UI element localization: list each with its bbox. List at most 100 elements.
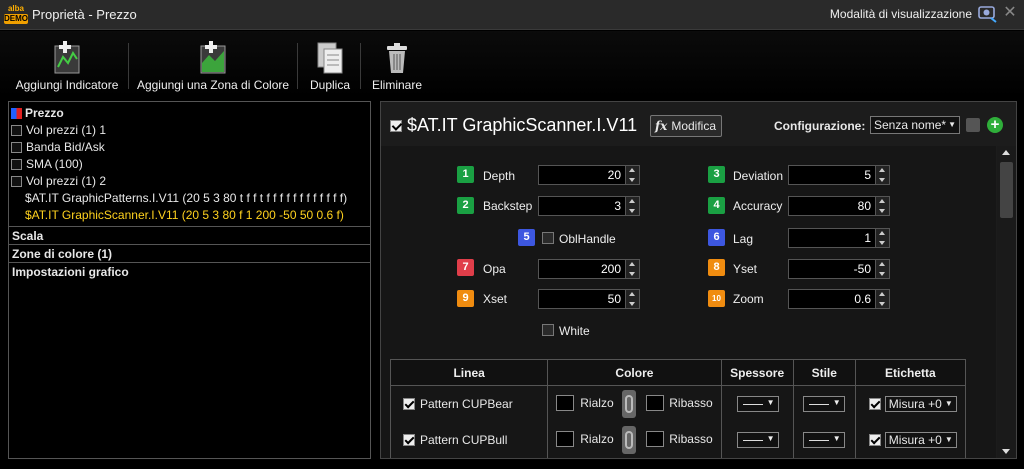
line-enabled-checkbox[interactable]	[403, 398, 415, 410]
color-down-label: Ribasso	[669, 431, 713, 446]
duplicate-button[interactable]: Duplica	[302, 37, 358, 95]
delete-button[interactable]: Eliminare	[366, 37, 428, 95]
param-input-accuracy[interactable]: 80	[788, 196, 890, 216]
tree-item-bid-ask[interactable]: Banda Bid/Ask	[11, 139, 105, 155]
spin-buttons[interactable]	[625, 197, 639, 215]
indicator-enabled-checkbox[interactable]	[390, 120, 402, 132]
param-value: -50	[853, 262, 871, 276]
param-value: 80	[857, 199, 871, 213]
indicator-title: $AT.IT GraphicScanner.I.V11	[407, 115, 638, 135]
spin-buttons[interactable]	[875, 229, 889, 247]
save-icon[interactable]	[966, 118, 980, 132]
tree-item-graphic-scanner[interactable]: $AT.IT GraphicScanner.I.V11 (20 5 3 80 f…	[25, 207, 344, 223]
line-preview	[742, 439, 763, 441]
param-label-depth: Depth	[483, 169, 516, 183]
tree-item-vol-prezzi-1[interactable]: Vol prezzi (1) 1	[11, 122, 106, 138]
tree-section-chart-settings[interactable]: Impostazioni grafico	[9, 262, 370, 280]
param-input-zoom[interactable]: 0.6	[788, 289, 890, 309]
price-icon	[11, 108, 22, 119]
add-configuration-icon[interactable]: +	[987, 117, 1003, 133]
label-value: Misura +0	[888, 432, 942, 447]
tree-section-scale[interactable]: Scala	[9, 226, 370, 244]
param-label-opa: Opa	[483, 262, 506, 276]
view-mode-label[interactable]: Modalità di visualizzazione	[830, 7, 972, 21]
tree-item-vol-prezzi-2[interactable]: Vol prezzi (1) 2	[11, 173, 106, 189]
style-select[interactable]: ▼	[802, 396, 845, 412]
window-title: Proprietà - Prezzo	[32, 7, 137, 22]
tree-checkbox[interactable]	[11, 125, 22, 136]
label-select[interactable]: Misura +0 ▼	[884, 431, 957, 448]
scroll-down-icon[interactable]	[1002, 449, 1010, 454]
spin-buttons[interactable]	[875, 197, 889, 215]
param-label-deviation: Deviation	[733, 169, 784, 183]
add-color-zone-button[interactable]: Aggiungi una Zona di Colore	[136, 37, 290, 95]
add-color-zone-label: Aggiungi una Zona di Colore	[136, 78, 290, 92]
tree-item-price[interactable]: Prezzo	[11, 105, 64, 121]
add-indicator-button[interactable]: Aggiungi Indicatore	[8, 37, 126, 95]
color-swatch-down[interactable]	[646, 430, 665, 447]
param-input-yset[interactable]: -50	[788, 259, 890, 279]
title-bar: alba DEMO Proprietà - Prezzo Modalità di…	[0, 0, 1024, 30]
tree-item-label: $AT.IT GraphicScanner.I.V11 (20 5 3 80 f…	[25, 208, 344, 222]
edit-button[interactable]: fx Modifica	[650, 115, 722, 137]
close-icon[interactable]: ✕	[1002, 5, 1018, 21]
link-colors-icon[interactable]	[622, 390, 637, 418]
label-select[interactable]: Misura +0 ▼	[884, 396, 957, 412]
param-value: 200	[600, 262, 621, 276]
spin-buttons[interactable]	[625, 290, 639, 308]
white-checkbox[interactable]	[542, 324, 554, 336]
param-label-white: White	[559, 324, 590, 338]
tree-item-label: SMA (100)	[26, 157, 83, 171]
vertical-scrollbar[interactable]	[997, 146, 1016, 458]
indicator-header: $AT.IT GraphicScanner.I.V11 fx Modifica C…	[381, 102, 1016, 146]
tree-item-graphic-patterns[interactable]: $AT.IT GraphicPatterns.I.V11 (20 5 3 80 …	[25, 190, 347, 206]
spin-buttons[interactable]	[625, 166, 639, 184]
lines-table: Linea Colore Spessore Stile Etichetta Pa…	[389, 359, 967, 458]
param-value: 0.6	[854, 292, 871, 306]
view-mode-icon[interactable]	[978, 4, 998, 24]
label-enabled-checkbox[interactable]	[868, 398, 881, 410]
spin-buttons[interactable]	[875, 290, 889, 308]
logo-top-text: alba	[7, 4, 24, 13]
param-number-badge: 10	[708, 290, 725, 307]
color-swatch-up[interactable]	[556, 395, 575, 411]
spin-buttons[interactable]	[875, 166, 889, 184]
param-input-backstep[interactable]: 3	[538, 196, 640, 216]
param-label-yset: Yset	[733, 262, 758, 276]
line-enabled-checkbox[interactable]	[403, 433, 415, 446]
param-input-xset[interactable]: 50	[538, 289, 640, 309]
param-input-depth[interactable]: 20	[538, 165, 640, 185]
param-number-badge: 8	[708, 259, 725, 276]
configuration-select[interactable]: Senza nome* ▼	[870, 116, 960, 134]
color-cell: Rialzo Ribasso	[547, 385, 722, 422]
scroll-up-icon[interactable]	[1002, 150, 1010, 155]
spin-buttons[interactable]	[625, 260, 639, 278]
tree-checkbox[interactable]	[11, 159, 22, 170]
param-value: 3	[614, 199, 621, 213]
table-header-row: Linea Colore Spessore Stile Etichetta	[389, 359, 967, 386]
tree-checkbox[interactable]	[11, 176, 22, 187]
link-colors-icon[interactable]	[622, 425, 637, 454]
chevron-down-icon: ▼	[766, 398, 775, 407]
scroll-thumb[interactable]	[1000, 162, 1013, 218]
tree-section-color-zones[interactable]: Zone di colore (1)	[9, 244, 370, 262]
label-value: Misura +0	[888, 397, 942, 411]
tree-item-sma[interactable]: SMA (100)	[11, 156, 83, 172]
style-cell: ▼	[792, 385, 856, 422]
oblhandle-checkbox[interactable]	[542, 232, 554, 244]
tree-checkbox[interactable]	[11, 142, 22, 153]
color-swatch-up[interactable]	[556, 430, 575, 447]
color-swatch-down[interactable]	[646, 395, 665, 411]
chevron-down-icon: ▼	[944, 399, 953, 408]
spin-buttons[interactable]	[875, 260, 889, 278]
label-enabled-checkbox[interactable]	[868, 433, 881, 446]
param-input-deviation[interactable]: 5	[788, 165, 890, 185]
param-input-lag[interactable]: 1	[788, 228, 890, 248]
param-number-badge: 5	[518, 229, 535, 246]
tree-item-label: Prezzo	[25, 106, 64, 120]
thickness-select[interactable]: ▼	[736, 431, 779, 448]
thickness-select[interactable]: ▼	[736, 396, 779, 412]
toolbar-separator	[297, 43, 298, 89]
style-select[interactable]: ▼	[802, 431, 845, 448]
param-input-opa[interactable]: 200	[538, 259, 640, 279]
